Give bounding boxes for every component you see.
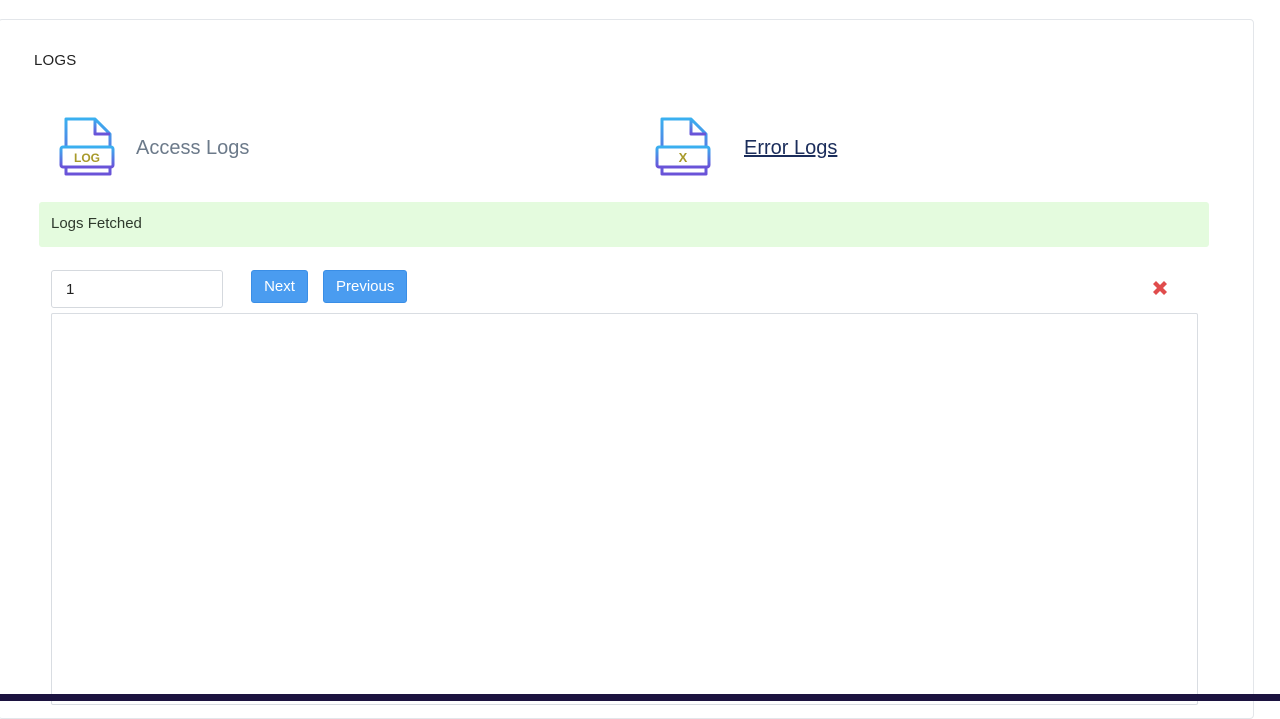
error-logs-link[interactable]: Error Logs bbox=[744, 137, 837, 160]
status-alert-text: Logs Fetched bbox=[51, 215, 142, 232]
error-file-icon: X bbox=[654, 116, 712, 180]
log-file-icon: LOG bbox=[58, 116, 116, 180]
page-number-input[interactable] bbox=[51, 270, 223, 308]
log-output-area[interactable] bbox=[51, 313, 1198, 705]
error-logs-tab[interactable]: X Error Logs bbox=[654, 116, 837, 180]
bottom-bar bbox=[0, 694, 1280, 701]
access-logs-label[interactable]: Access Logs bbox=[136, 137, 249, 160]
log-icon-text: LOG bbox=[74, 151, 100, 165]
error-icon-text: X bbox=[679, 150, 688, 165]
page-title: LOGS bbox=[34, 52, 77, 69]
close-icon[interactable] bbox=[1150, 278, 1170, 298]
next-button[interactable]: Next bbox=[251, 270, 308, 303]
status-alert: Logs Fetched bbox=[39, 202, 1209, 247]
access-logs-tab[interactable]: LOG Access Logs bbox=[58, 116, 249, 180]
previous-button[interactable]: Previous bbox=[323, 270, 407, 303]
